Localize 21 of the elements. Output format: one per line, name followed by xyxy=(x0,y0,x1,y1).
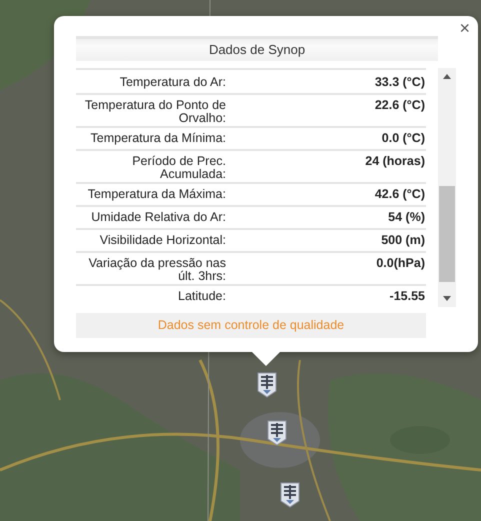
quality-notice: Dados sem controle de qualidade xyxy=(76,313,426,338)
field-label: Período de Prec. Acumulada: xyxy=(131,155,226,181)
popup-title: Dados de Synop xyxy=(76,36,438,61)
field-label: Temperatura da Mínima: xyxy=(90,132,226,145)
field-label: Temperatura da Máxima: xyxy=(86,188,226,201)
field-value: 22.6 (°C) xyxy=(374,99,426,112)
field-label: Umidade Relativa do Ar: xyxy=(90,211,226,224)
field-value: 0.0(hPa) xyxy=(375,257,426,270)
field-value: 33.3 (°C) xyxy=(374,76,426,89)
field-label: Visibilidade Horizontal: xyxy=(98,234,226,247)
field-label: Temperatura do Ar: xyxy=(118,76,226,89)
field-value: 54 (%) xyxy=(387,211,426,224)
field-value: 500 (m) xyxy=(380,234,426,247)
field-label: Latitude: xyxy=(177,290,226,303)
field-value: 42.6 (°C) xyxy=(374,188,426,201)
close-button[interactable]: × xyxy=(457,18,472,38)
field-value: 0.0 (°C) xyxy=(380,132,426,145)
field-value: -15.55 xyxy=(388,290,426,303)
field-value: 24 (horas) xyxy=(364,155,426,168)
field-label: Variação da pressão nas últ. 3hrs: xyxy=(88,257,226,283)
field-label: Temperatura do Ponto de Orvalho: xyxy=(84,99,226,125)
